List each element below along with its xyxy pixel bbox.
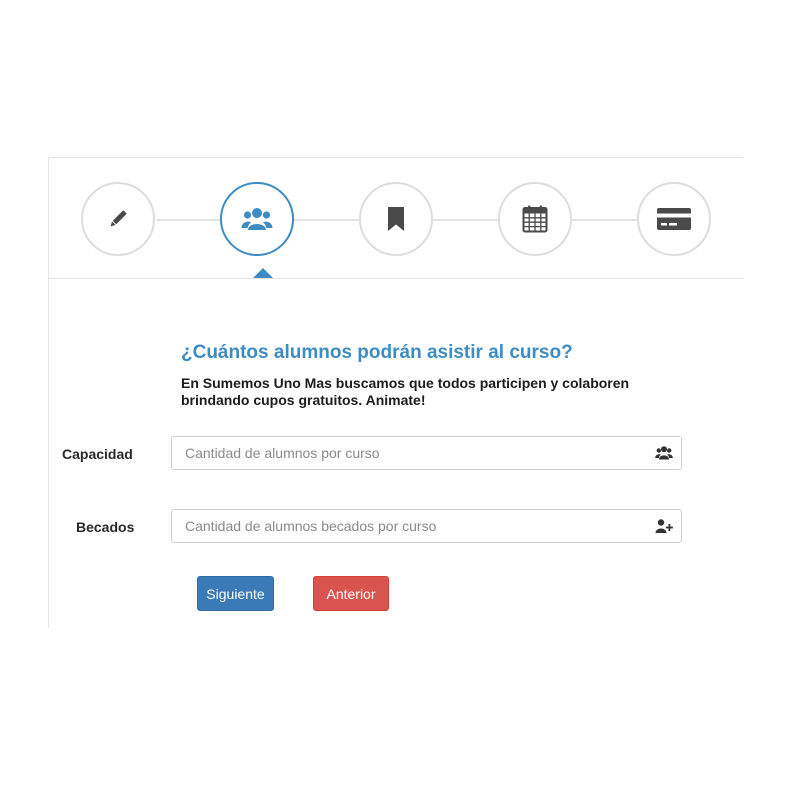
step-details[interactable] — [81, 182, 155, 256]
credit-card-icon — [657, 208, 691, 230]
user-plus-icon — [655, 519, 673, 533]
step-students[interactable] — [220, 182, 294, 256]
wizard-stepper — [49, 158, 743, 279]
capacidad-input[interactable] — [172, 437, 645, 469]
step-schedule[interactable] — [498, 182, 572, 256]
active-step-pointer — [253, 268, 273, 278]
pencil-icon — [110, 210, 127, 227]
capacidad-field — [171, 436, 682, 470]
step-category[interactable] — [359, 182, 433, 256]
users-icon — [655, 446, 673, 460]
previous-button[interactable]: Anterior — [313, 576, 389, 611]
capacidad-label: Capacidad — [62, 446, 133, 462]
step-question: ¿Cuántos alumnos podrán asistir al curso… — [181, 342, 573, 363]
calendar-icon — [522, 205, 548, 233]
bookmark-icon — [388, 207, 404, 231]
wizard-panel: ¿Cuántos alumnos podrán asistir al curso… — [48, 157, 743, 628]
step-description: En Sumemos Uno Mas buscamos que todos pa… — [181, 375, 630, 408]
users-icon — [241, 208, 273, 230]
becados-field — [171, 509, 682, 543]
step-payment[interactable] — [637, 182, 711, 256]
becados-label: Becados — [76, 519, 135, 535]
next-button[interactable]: Siguiente — [197, 576, 274, 611]
becados-input[interactable] — [172, 510, 645, 542]
